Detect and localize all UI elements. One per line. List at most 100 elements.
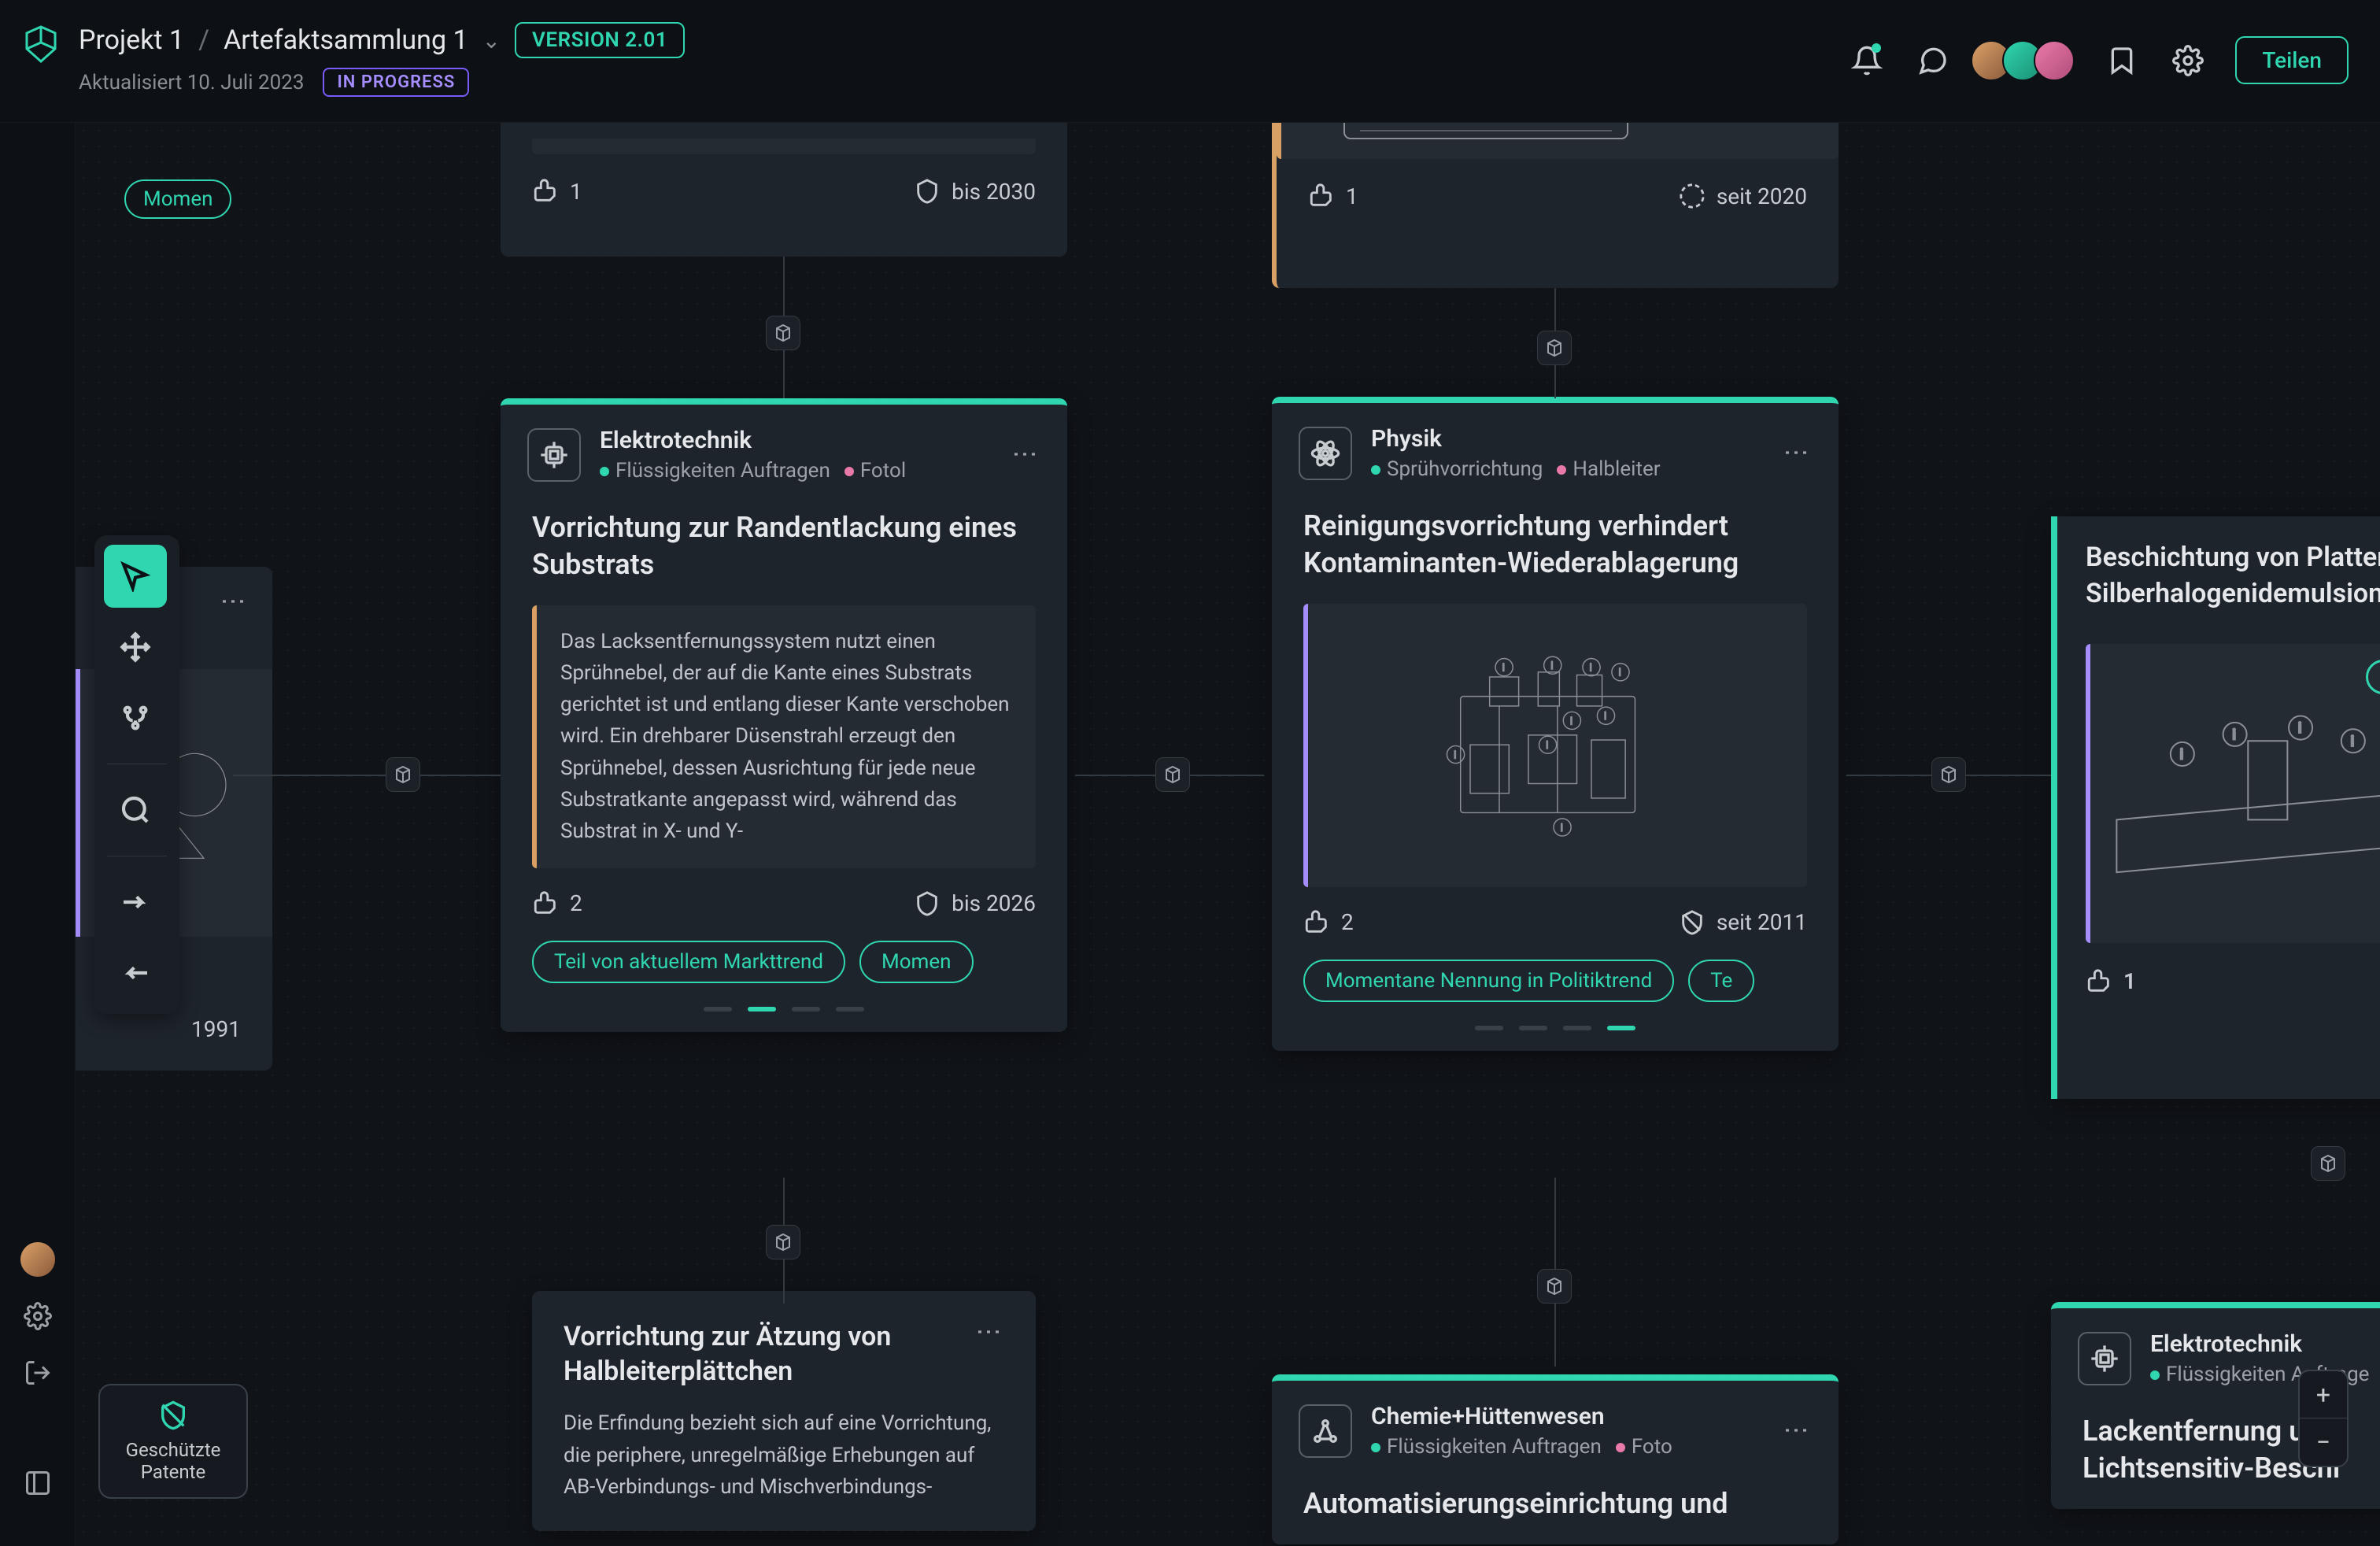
bookmark-icon[interactable]	[2103, 42, 2141, 80]
cursor-tool[interactable]	[104, 545, 167, 608]
card-diagram: i i i i i i i i i	[1303, 604, 1807, 887]
svg-text:i: i	[1619, 667, 1621, 679]
filter-label: Geschützte Patente	[111, 1439, 235, 1483]
artifact-card[interactable]: Chemie+Hüttenwesen Flüssigkeiten Auftrag…	[1272, 1374, 1839, 1544]
more-icon[interactable]: ⋮	[219, 589, 249, 616]
search-tool[interactable]	[104, 779, 167, 841]
filter-chip[interactable]: Geschützte Patente	[98, 1384, 248, 1499]
branch-tool[interactable]	[104, 686, 167, 749]
avatar[interactable]	[2034, 40, 2075, 81]
share-button[interactable]: Teilen	[2235, 36, 2349, 84]
move-tool[interactable]	[104, 616, 167, 679]
user-avatar[interactable]	[20, 1242, 55, 1277]
top-bar: Projekt 1 / Artefaktsammlung 1 ⌄ VERSION…	[0, 0, 2380, 123]
updated-label: Aktualisiert 10. Juli 2023	[79, 71, 304, 94]
card-title: Reinigungsvorrichtung verhindert Kontami…	[1272, 497, 1839, 604]
artifact-card[interactable]: Elektrotechnik Flüssigkeiten AuftragenFo…	[501, 398, 1067, 1032]
like-count[interactable]: 2	[532, 890, 582, 917]
zoom-in-button[interactable]: +	[2300, 1371, 2347, 1418]
status-badge: IN PROGRESS	[323, 68, 469, 97]
gear-icon[interactable]	[20, 1299, 55, 1333]
chat-icon[interactable]	[1914, 42, 1952, 80]
artifact-card[interactable]: Vorrichtung zur Ätzung von Halbleiterplä…	[532, 1291, 1036, 1531]
zoom-out-button[interactable]: −	[2300, 1418, 2347, 1466]
like-count[interactable]: 1	[532, 178, 582, 205]
graph-node-icon[interactable]	[2311, 1146, 2345, 1181]
molecule-icon	[1299, 1404, 1352, 1458]
svg-text:i: i	[1590, 662, 1592, 675]
card-pagination[interactable]	[501, 1007, 1067, 1032]
trend-chip[interactable]: Te	[1688, 960, 1754, 1002]
graph-canvas[interactable]: Momen 1 bis 2030 1 seit 2020 El	[76, 123, 2380, 1546]
card-category: Elektrotechnik	[2150, 1330, 2380, 1358]
trend-chip[interactable]: Momen	[859, 941, 973, 983]
more-icon[interactable]: ⋮	[1782, 440, 1812, 467]
card-title: Automatisierungseinrichtung und	[1272, 1474, 1839, 1544]
svg-text:i: i	[2232, 727, 2236, 743]
artifact-card[interactable]: Physik SprühvorrichtungHalbleiter ⋮ Rein…	[1272, 397, 1839, 1051]
top-actions: Teilen	[1848, 36, 2349, 84]
collaborator-avatars[interactable]	[1980, 40, 2075, 81]
trend-chip[interactable]: Momentane Nennung in Politiktrend	[1303, 960, 1674, 1002]
svg-text:i: i	[1454, 749, 1456, 762]
svg-text:i: i	[2298, 720, 2302, 737]
panel-icon[interactable]	[20, 1466, 55, 1500]
left-rail	[0, 123, 76, 1546]
svg-text:i: i	[2351, 734, 2355, 750]
more-icon[interactable]: ⋮	[974, 1319, 1004, 1346]
gear-icon[interactable]	[2169, 42, 2207, 80]
card-category: Elektrotechnik	[600, 427, 992, 454]
card-description: Die Erfindung bezieht sich auf eine Vorr…	[564, 1407, 1004, 1503]
artifact-card[interactable]: Beschichtung von Platten m Silberhalogen…	[2051, 516, 2380, 1099]
graph-node-icon[interactable]	[1931, 757, 1966, 792]
svg-text:i: i	[1604, 711, 1606, 723]
card-category: Chemie+Hüttenwesen	[1371, 1403, 1763, 1430]
breadcrumb-project[interactable]: Projekt 1	[79, 24, 184, 56]
graph-node-icon[interactable]	[1155, 757, 1190, 792]
like-count[interactable]: 1	[2086, 967, 2136, 997]
card-category: Physik	[1371, 425, 1763, 453]
breadcrumb-separator: /	[198, 24, 209, 56]
tool-panel	[94, 535, 179, 1014]
like-count[interactable]: 2	[1303, 909, 1354, 936]
more-icon[interactable]: ⋮	[1782, 1418, 1812, 1444]
chevron-down-icon[interactable]: ⌄	[482, 28, 501, 54]
graph-node-icon[interactable]	[1537, 1269, 1572, 1304]
breadcrumb-collection[interactable]: Artefaktsammlung 1	[224, 24, 468, 56]
svg-text:i: i	[1550, 660, 1553, 672]
zoom-controls: + −	[2298, 1370, 2349, 1467]
card-title: Vorrichtung zur Randentlackung eines Sub…	[501, 498, 1067, 605]
like-count[interactable]: 1	[1308, 183, 1358, 209]
protection-date: seit 2011	[1679, 909, 1807, 936]
card-description: Das Lacksentfernungssystem nutzt einen S…	[532, 605, 1036, 868]
graph-node-icon[interactable]	[1537, 331, 1572, 365]
graph-node-icon[interactable]	[386, 757, 420, 792]
svg-text:i: i	[1502, 662, 1505, 675]
cpu-icon	[527, 428, 581, 482]
protection-date: 1991	[191, 1016, 241, 1042]
protection-date: seit 2020	[1679, 183, 1807, 209]
version-badge: VERSION 2.01	[515, 22, 685, 58]
svg-text:i: i	[2180, 746, 2184, 763]
svg-text:i: i	[1561, 822, 1563, 834]
breadcrumb: Projekt 1 / Artefaktsammlung 1 ⌄ VERSION…	[79, 22, 685, 97]
protection-date: bis 2030	[914, 178, 1036, 205]
redo-tool[interactable]	[104, 871, 167, 934]
app-logo[interactable]	[19, 22, 63, 66]
more-icon[interactable]: ⋮	[1011, 442, 1040, 468]
undo-tool[interactable]	[104, 941, 167, 1004]
logout-icon[interactable]	[20, 1356, 55, 1390]
graph-node-icon[interactable]	[766, 1225, 800, 1259]
cpu-icon	[2078, 1332, 2131, 1385]
bell-icon[interactable]	[1848, 42, 1886, 80]
trend-chip[interactable]: Momen	[124, 179, 231, 219]
protection-date: bis 2026	[914, 890, 1036, 917]
svg-text:i: i	[1570, 716, 1572, 728]
graph-node-icon[interactable]	[766, 316, 800, 350]
svg-text:i: i	[1546, 740, 1548, 753]
atom-icon	[1299, 427, 1352, 480]
card-title: Beschichtung von Platten m Silberhalogen…	[2086, 540, 2380, 612]
card-pagination[interactable]	[1272, 1026, 1839, 1051]
trend-chip[interactable]: Teil von aktuellem Markttrend	[532, 941, 845, 983]
card-title: Vorrichtung zur Ätzung von Halbleiterplä…	[564, 1319, 974, 1407]
